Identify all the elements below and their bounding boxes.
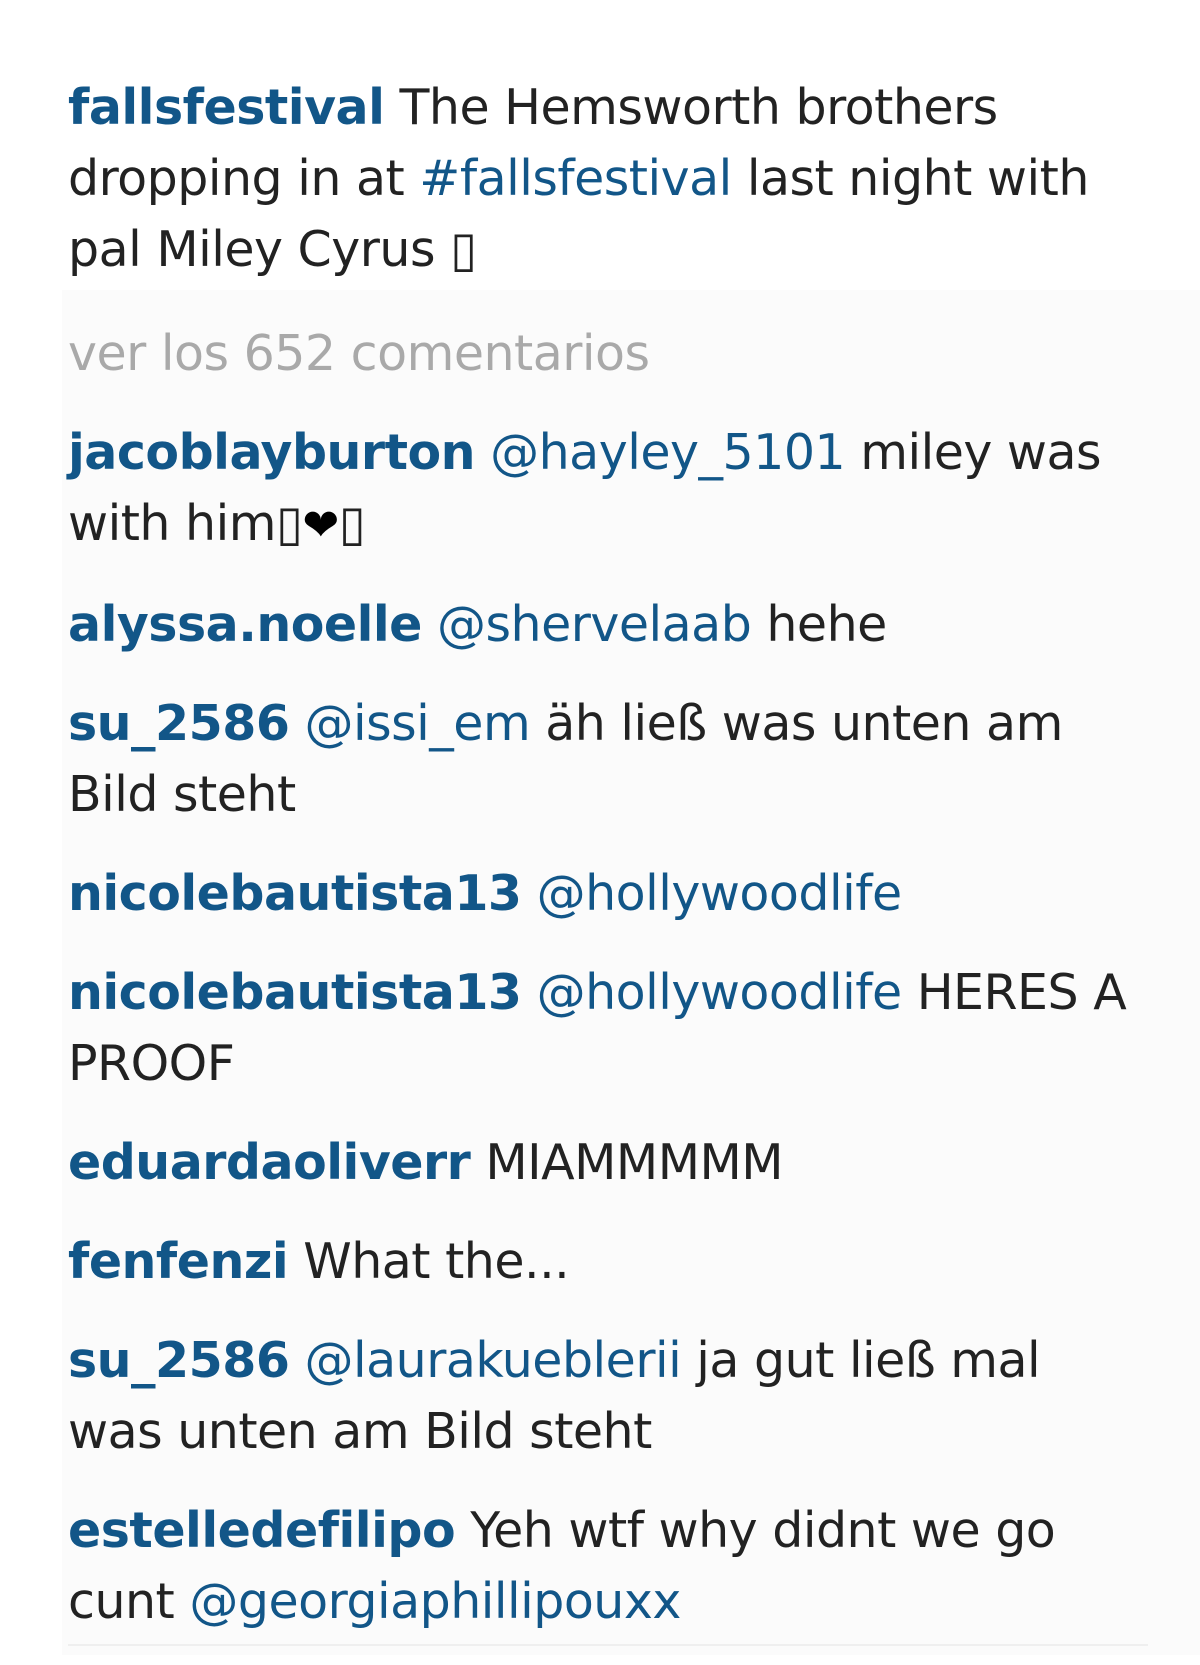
comment-username[interactable]: su_2586: [68, 695, 290, 752]
comment-text: hehe: [766, 596, 887, 653]
comment-mention[interactable]: @georgiaphillipouxx: [189, 1573, 681, 1630]
post-caption: fallsfestival The Hemsworth brothers dro…: [68, 72, 1148, 285]
caption-hashtag[interactable]: #fallsfestival: [419, 150, 732, 207]
comment-username[interactable]: fenfenzi: [68, 1233, 289, 1290]
comment-text: MIAMMMMM: [485, 1134, 784, 1191]
emoji-placeholder-icon: ▯: [450, 221, 477, 278]
comment-username[interactable]: alyssa.noelle: [68, 596, 422, 653]
comment-item: estelledefilipo Yeh wtf why didnt we go …: [68, 1495, 1148, 1637]
comment-username[interactable]: estelledefilipo: [68, 1502, 456, 1559]
heart-icon: ❤: [302, 500, 339, 551]
comment-username[interactable]: su_2586: [68, 1332, 290, 1389]
comment-mention[interactable]: @hollywoodlife: [537, 865, 903, 922]
emoji-placeholder-icon: ▯: [338, 495, 366, 552]
comment-item: su_2586 @issi_em äh ließ was unten am Bi…: [68, 688, 1148, 830]
comment-mention[interactable]: @hollywoodlife: [537, 964, 903, 1021]
comment-item: alyssa.noelle @shervelaab hehe: [68, 589, 1148, 660]
comment-item: su_2586 @laurakueblerii ja gut ließ mal …: [68, 1325, 1148, 1467]
emoji-placeholder-icon: ▯: [275, 495, 303, 552]
comment-item: jacoblayburton @hayley_5101 miley was wi…: [68, 417, 1148, 561]
comment-item: nicolebautista13 @hollywoodlife: [68, 858, 1148, 929]
comment-mention[interactable]: @laurakueblerii: [305, 1332, 682, 1389]
comment-username[interactable]: nicolebautista13: [68, 964, 522, 1021]
comment-item: eduardaoliverr MIAMMMMM: [68, 1127, 1148, 1198]
comments-panel: fallsfestival The Hemsworth brothers dro…: [0, 0, 1200, 1655]
comment-text: What the...: [303, 1233, 570, 1290]
comment-mention[interactable]: @issi_em: [305, 695, 531, 752]
comment-username[interactable]: nicolebautista13: [68, 865, 522, 922]
comment-username[interactable]: eduardaoliverr: [68, 1134, 471, 1191]
comment-item: fenfenzi What the...: [68, 1226, 1148, 1297]
caption-username[interactable]: fallsfestival: [68, 79, 385, 136]
comment-mention[interactable]: @shervelaab: [437, 596, 752, 653]
comment-mention[interactable]: @hayley_5101: [490, 424, 846, 481]
comment-username[interactable]: jacoblayburton: [68, 424, 476, 481]
view-all-comments-link[interactable]: ver los 652 comentarios: [68, 318, 650, 389]
comments-list: jacoblayburton @hayley_5101 miley was wi…: [68, 417, 1148, 1665]
comment-item: nicolebautista13 @hollywoodlife HERES A …: [68, 957, 1148, 1099]
divider: [68, 1644, 1148, 1646]
